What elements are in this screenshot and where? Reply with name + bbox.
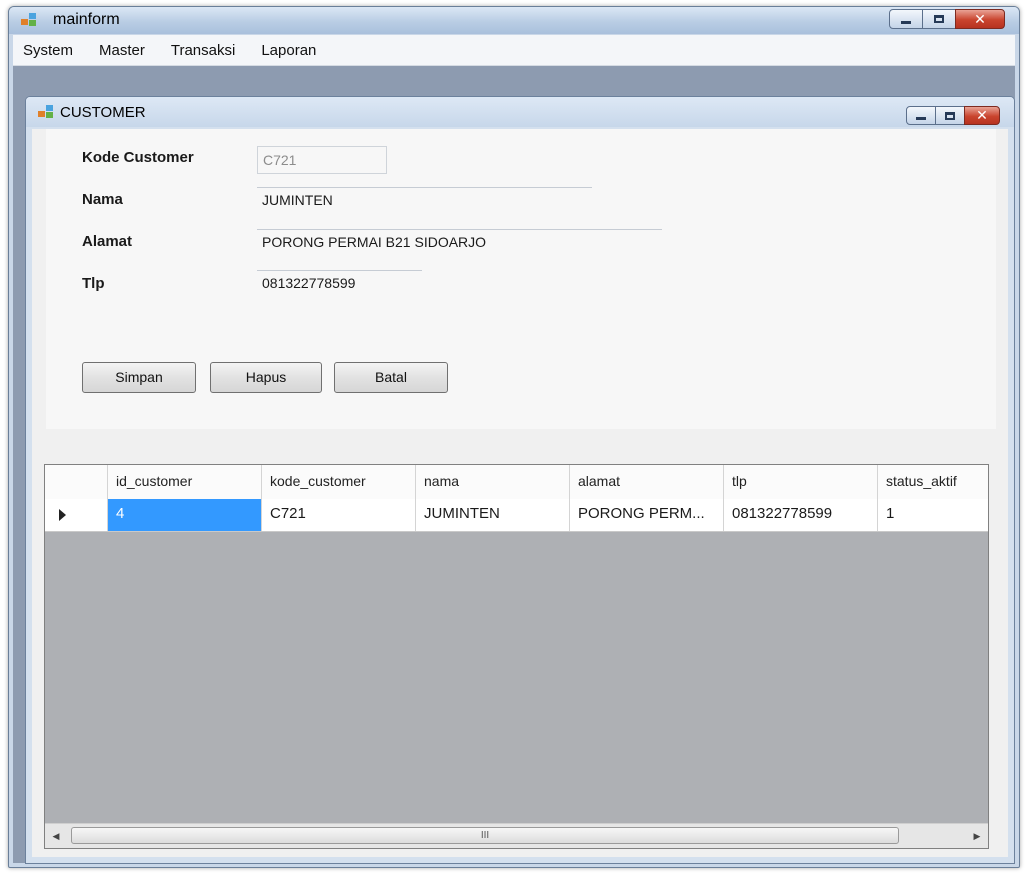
- maximize-icon: [945, 111, 955, 120]
- maximize-icon: [934, 15, 944, 23]
- scrollbar-thumb[interactable]: III: [71, 827, 899, 844]
- customer-client-area: Kode Customer C721 Nama JUMINTEN Alamat …: [32, 129, 1008, 857]
- customer-window-title: CUSTOMER: [60, 104, 146, 121]
- alamat-label: Alamat: [82, 233, 133, 250]
- main-titlebar[interactable]: mainform ✕: [9, 7, 1019, 34]
- minimize-icon: [901, 20, 911, 24]
- table-cell[interactable]: JUMINTEN: [416, 499, 570, 531]
- customer-close-button[interactable]: ✕: [964, 106, 1000, 125]
- customer-caption-buttons: ✕: [906, 106, 1000, 125]
- current-row-arrow-icon: [59, 509, 66, 521]
- tlp-field[interactable]: 081322778599: [257, 270, 422, 294]
- customer-minimize-button[interactable]: [906, 106, 936, 125]
- grid-header: id_customer kode_customer nama alamat tl…: [45, 465, 988, 500]
- scroll-grip: III: [480, 830, 490, 841]
- main-maximize-button[interactable]: [922, 9, 956, 29]
- nama-label: Nama: [82, 191, 123, 208]
- customer-form-panel: Kode Customer C721 Nama JUMINTEN Alamat …: [46, 129, 996, 429]
- menu-bar: System Master Transaksi Laporan: [13, 35, 1015, 66]
- grid-corner-header[interactable]: [45, 465, 108, 499]
- batal-button[interactable]: Batal: [334, 362, 448, 393]
- menu-master[interactable]: Master: [86, 42, 158, 59]
- main-close-button[interactable]: ✕: [955, 9, 1005, 29]
- table-cell[interactable]: PORONG PERM...: [570, 499, 724, 531]
- customer-window-icon: [38, 105, 54, 119]
- table-cell[interactable]: 4: [108, 499, 262, 531]
- table-cell[interactable]: C721: [262, 499, 416, 531]
- app-icon: [21, 13, 37, 27]
- close-icon: ✕: [974, 10, 986, 27]
- column-header[interactable]: nama: [416, 465, 570, 499]
- minimize-icon: [916, 117, 926, 120]
- horizontal-scrollbar[interactable]: ◀ III ▶: [45, 823, 988, 848]
- customer-maximize-button[interactable]: [935, 106, 965, 125]
- menu-system[interactable]: System: [13, 42, 86, 59]
- column-header[interactable]: alamat: [570, 465, 724, 499]
- main-caption-buttons: ✕: [889, 9, 1005, 29]
- kode-customer-label: Kode Customer: [82, 149, 194, 166]
- column-header[interactable]: tlp: [724, 465, 878, 499]
- mdi-client-area: CUSTOMER ✕ Kode Customer C721 Nama JUMIN…: [13, 66, 1015, 864]
- table-row[interactable]: 4 C721 JUMINTEN PORONG PERM... 081322778…: [45, 499, 988, 532]
- close-icon: ✕: [976, 107, 988, 123]
- column-header[interactable]: id_customer: [108, 465, 262, 499]
- alamat-field[interactable]: PORONG PERMAI B21 SIDOARJO: [257, 229, 662, 253]
- simpan-button[interactable]: Simpan: [82, 362, 196, 393]
- kode-customer-field[interactable]: C721: [257, 146, 387, 174]
- scroll-left-icon[interactable]: ◀: [45, 824, 67, 848]
- hapus-button[interactable]: Hapus: [210, 362, 322, 393]
- main-window-title: mainform: [53, 11, 120, 28]
- scroll-right-icon[interactable]: ▶: [966, 824, 988, 848]
- customer-data-grid[interactable]: id_customer kode_customer nama alamat tl…: [44, 464, 989, 849]
- menu-laporan[interactable]: Laporan: [248, 42, 329, 59]
- column-header[interactable]: status_aktif: [878, 465, 988, 499]
- table-cell[interactable]: 081322778599: [724, 499, 878, 531]
- main-window: mainform ✕ System Master Transaksi Lapor…: [8, 6, 1020, 868]
- customer-titlebar[interactable]: CUSTOMER ✕: [26, 97, 1014, 127]
- row-header[interactable]: [45, 499, 108, 531]
- column-header[interactable]: kode_customer: [262, 465, 416, 499]
- main-minimize-button[interactable]: [889, 9, 923, 29]
- tlp-label: Tlp: [82, 275, 105, 292]
- table-cell[interactable]: 1: [878, 499, 988, 531]
- menu-transaksi[interactable]: Transaksi: [158, 42, 248, 59]
- nama-field[interactable]: JUMINTEN: [257, 187, 592, 211]
- customer-window: CUSTOMER ✕ Kode Customer C721 Nama JUMIN…: [25, 96, 1015, 864]
